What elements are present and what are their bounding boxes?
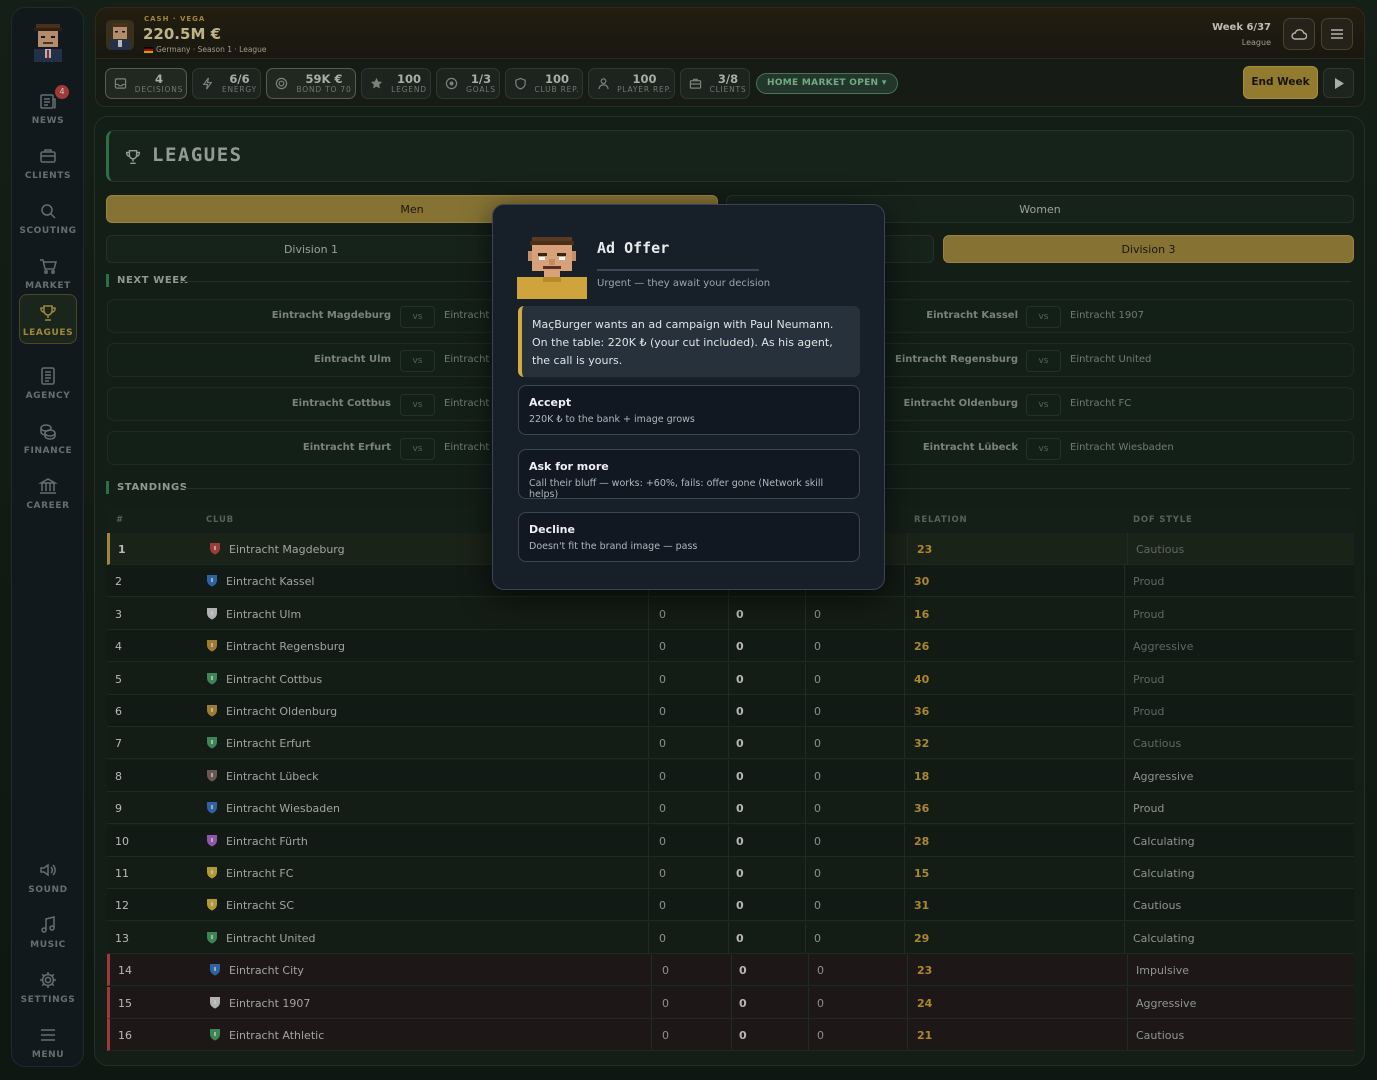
app-root: 4 NEWS CLIENTS SCOUTING MARKET LEAGUES A… [0, 0, 1377, 1080]
accept-option[interactable]: Accept 220K ₺ to the bank + image grows [518, 385, 860, 435]
dialog-subtitle: Urgent — they await your decision [597, 278, 771, 289]
ad-offer-dialog: Ad Offer Urgent — they await your decisi… [492, 204, 885, 590]
player-portrait [517, 237, 587, 299]
ask-for-more-option[interactable]: Ask for more Call their bluff — works: +… [518, 449, 860, 500]
option-description: Call their bluff — works: +60%, fails: o… [529, 478, 824, 500]
option-title: Accept [529, 396, 572, 409]
option-description: 220K ₺ to the bank + image grows [529, 414, 695, 425]
option-title: Ask for more [529, 460, 609, 473]
decline-option[interactable]: Decline Doesn't fit the brand image — pa… [518, 512, 860, 562]
offer-message: MaçBurger wants an ad campaign with Paul… [518, 306, 860, 377]
dialog-divider [597, 269, 759, 271]
option-title: Decline [529, 523, 575, 536]
dialog-title: Ad Offer [597, 239, 670, 257]
option-description: Doesn't fit the brand image — pass [529, 541, 698, 552]
